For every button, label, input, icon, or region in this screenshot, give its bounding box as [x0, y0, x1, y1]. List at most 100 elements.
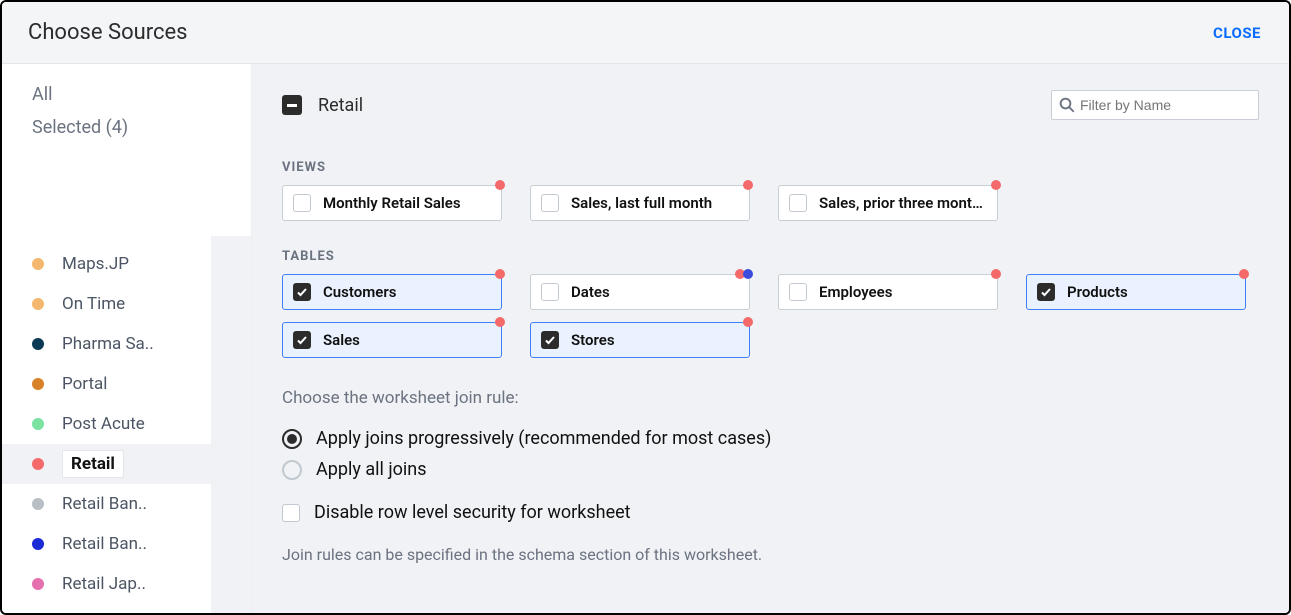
sidebar-item-label: Post Acute	[62, 414, 145, 434]
badge-dot	[1239, 269, 1249, 279]
card-checkbox[interactable]	[1037, 283, 1055, 301]
card-label: Employees	[819, 283, 892, 301]
sidebar-item[interactable]: Maps.JP	[2, 244, 251, 284]
current-source-name: Retail	[318, 95, 363, 116]
source-color-dot	[32, 258, 44, 270]
card-checkbox[interactable]	[789, 194, 807, 212]
card-label: Sales	[323, 331, 360, 349]
sidebar-item-label: Pharma Sa..	[62, 334, 154, 354]
join-option-all[interactable]: Apply all joins	[282, 459, 1259, 480]
sidebar-item-label: On Time	[62, 294, 125, 314]
badge-dot	[495, 269, 505, 279]
radio-label: Apply joins progressively (recommended f…	[316, 428, 771, 449]
source-color-dot	[32, 498, 44, 510]
card-label: Products	[1067, 283, 1128, 301]
card-label: Stores	[571, 331, 615, 349]
sidebar-source-list: Maps.JP On Time Pharma Sa.. Portal Post Acut…	[2, 244, 251, 604]
tables-row-2: Sales Stores	[282, 322, 1259, 358]
sidebar-item[interactable]: Post Acute	[2, 404, 251, 444]
tables-section-label: TABLES	[282, 249, 1259, 264]
sidebar-item[interactable]: Retail Jap..	[2, 564, 251, 604]
sidebar-filter-selected[interactable]: Selected (4)	[32, 117, 251, 138]
card-checkbox[interactable]	[541, 331, 559, 349]
sidebar-item-label: Retail Ban..	[62, 494, 147, 514]
card-label: Sales, last full month	[571, 194, 712, 212]
filter-box[interactable]	[1051, 90, 1259, 120]
dialog-choose-sources: Choose Sources CLOSE All Selected (4) Ma…	[0, 0, 1291, 615]
card-checkbox[interactable]	[293, 331, 311, 349]
source-color-dot	[32, 338, 44, 350]
dialog-header: Choose Sources CLOSE	[2, 2, 1289, 64]
card-checkbox[interactable]	[789, 283, 807, 301]
sidebar-item[interactable]: Pharma Sa..	[2, 324, 251, 364]
join-footnote: Join rules can be specified in the schem…	[282, 545, 1259, 564]
search-icon	[1058, 96, 1076, 114]
sidebar-item[interactable]: Retail Ban..	[2, 524, 251, 564]
tables-row-1: Customers Dates Employees Products	[282, 274, 1259, 310]
radio-label: Apply all joins	[316, 459, 427, 480]
radio-icon	[282, 429, 302, 449]
card-badges	[1241, 269, 1249, 279]
sidebar-filters: All Selected (4)	[2, 64, 251, 150]
views-section-label: VIEWS	[282, 160, 1259, 175]
badge-dot	[991, 180, 1001, 190]
filter-input[interactable]	[1080, 97, 1261, 113]
card-badges	[737, 269, 753, 279]
source-color-dot	[32, 418, 44, 430]
table-card[interactable]: Stores	[530, 322, 750, 358]
sidebar-item-label: Portal	[62, 374, 107, 394]
badge-dot	[991, 269, 1001, 279]
sidebar-item[interactable]: Portal	[2, 364, 251, 404]
badge-dot	[743, 317, 753, 327]
card-checkbox[interactable]	[293, 194, 311, 212]
card-badges	[497, 317, 505, 327]
disable-rls-label: Disable row level security for worksheet	[314, 502, 631, 523]
select-all-checkbox-indeterminate[interactable]	[282, 95, 302, 115]
radio-icon	[282, 460, 302, 480]
table-card[interactable]: Dates	[530, 274, 750, 310]
card-badges	[745, 317, 753, 327]
join-option-progressive[interactable]: Apply joins progressively (recommended f…	[282, 428, 1259, 449]
badge-dot	[495, 180, 505, 190]
view-card[interactable]: Monthly Retail Sales	[282, 185, 502, 221]
card-badges	[993, 269, 1001, 279]
disable-rls-checkbox[interactable]	[282, 504, 300, 522]
sidebar-item-label: Retail Ban..	[62, 534, 147, 554]
table-card[interactable]: Sales	[282, 322, 502, 358]
dialog-title: Choose Sources	[28, 20, 188, 45]
view-card[interactable]: Sales, last full month	[530, 185, 750, 221]
card-checkbox[interactable]	[293, 283, 311, 301]
card-checkbox[interactable]	[541, 194, 559, 212]
sidebar-item[interactable]: Retail	[2, 444, 251, 484]
disable-rls-row[interactable]: Disable row level security for worksheet	[282, 502, 1259, 523]
card-badges	[497, 180, 505, 190]
table-card[interactable]: Products	[1026, 274, 1246, 310]
source-color-dot	[32, 458, 44, 470]
table-card[interactable]: Customers	[282, 274, 502, 310]
source-color-dot	[32, 538, 44, 550]
card-badges	[745, 180, 753, 190]
card-badges	[993, 180, 1001, 190]
view-card[interactable]: Sales, prior three months	[778, 185, 998, 221]
close-button[interactable]: CLOSE	[1213, 24, 1261, 42]
sidebar-item-label: Retail	[62, 450, 124, 478]
source-color-dot	[32, 378, 44, 390]
sidebar-item-label: Retail Jap..	[62, 574, 146, 594]
card-label: Dates	[571, 283, 610, 301]
dialog-body: All Selected (4) Maps.JP On Time Pharma Sa…	[2, 64, 1289, 613]
card-checkbox[interactable]	[541, 283, 559, 301]
card-label: Monthly Retail Sales	[323, 194, 461, 212]
main-header: Retail	[282, 90, 1259, 120]
sidebar-filter-all[interactable]: All	[32, 84, 251, 105]
join-prompt: Choose the worksheet join rule:	[282, 388, 1259, 408]
card-label: Customers	[323, 283, 396, 301]
card-label: Sales, prior three months	[819, 194, 987, 212]
card-badges	[497, 269, 505, 279]
views-row: Monthly Retail Sales Sales, last full mon…	[282, 185, 1259, 221]
sidebar-item[interactable]: On Time	[2, 284, 251, 324]
sidebar: All Selected (4) Maps.JP On Time Pharma Sa…	[2, 64, 252, 613]
sidebar-item[interactable]: Retail Ban..	[2, 484, 251, 524]
main-panel: Retail VIEWS Monthly Retail Sales Sales, …	[252, 64, 1289, 613]
table-card[interactable]: Employees	[778, 274, 998, 310]
source-color-dot	[32, 578, 44, 590]
